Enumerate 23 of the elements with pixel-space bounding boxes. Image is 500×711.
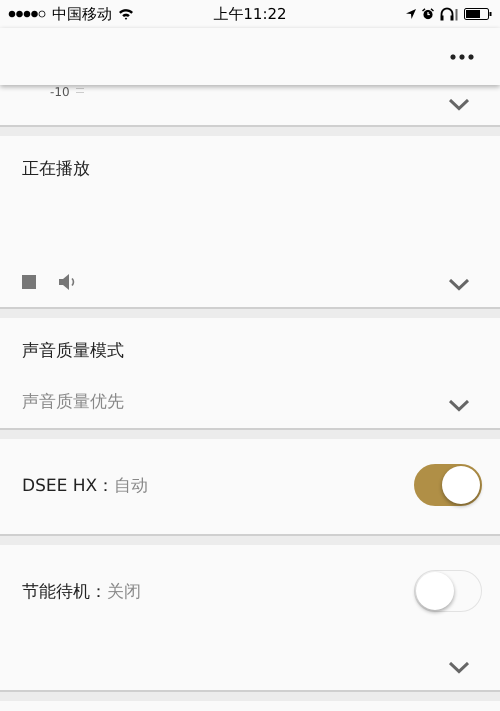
expand-chevron-icon[interactable] — [448, 278, 470, 291]
alarm-clock-icon — [422, 8, 434, 20]
carrier-name: 中国移动 — [52, 4, 112, 24]
scale-label: -10 — [50, 85, 70, 99]
setting-value: 自动 — [114, 476, 148, 496]
setting-label: DSEE HX： — [22, 476, 114, 496]
setting-value: 关闭 — [107, 582, 141, 602]
wifi-icon — [118, 8, 134, 20]
setting-label: 节能待机： — [22, 582, 107, 602]
location-arrow-icon — [406, 9, 416, 19]
card-title: 正在播放 — [22, 158, 91, 180]
scale-tick-icon — [76, 88, 84, 93]
expand-chevron-icon[interactable] — [448, 399, 470, 412]
expand-chevron-icon[interactable] — [448, 661, 470, 674]
battery-icon — [464, 8, 492, 20]
signal-icon — [8, 10, 46, 18]
selected-value: 声音质量优先 — [22, 391, 124, 413]
expand-chevron-icon[interactable] — [448, 98, 470, 111]
more-dots-icon — [450, 54, 474, 60]
clock-time: 上午11:22 — [213, 4, 287, 24]
toggle-switch[interactable] — [414, 464, 482, 506]
card-title: 声音质量模式 — [22, 340, 125, 362]
headphones-icon — [440, 7, 458, 21]
